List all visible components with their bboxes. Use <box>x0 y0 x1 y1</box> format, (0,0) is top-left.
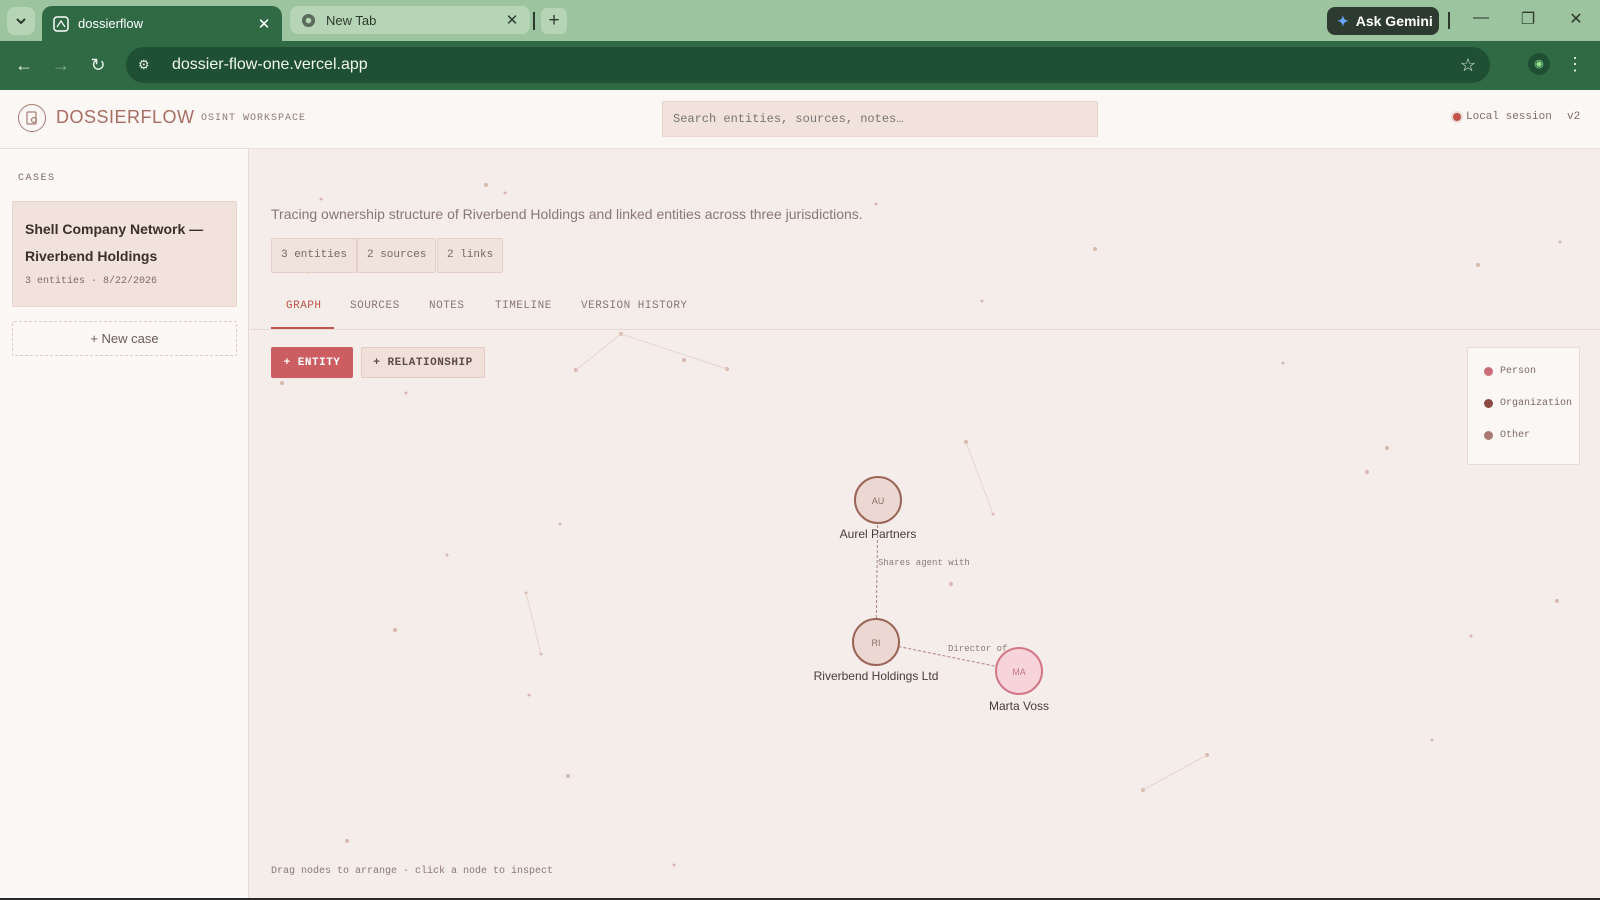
links-count-chip: 2 links <box>437 238 504 273</box>
case-title: Shell Company Network — Riverbend Holdin… <box>25 221 204 264</box>
session-label: Local session <box>1466 111 1552 123</box>
close-tab-icon[interactable]: ✕ <box>504 11 520 29</box>
dossierflow-favicon-icon <box>52 15 69 32</box>
case-heading-blurred <box>271 171 701 193</box>
new-case-button[interactable]: + New case <box>12 321 237 356</box>
ask-gemini-label: Ask Gemini <box>1355 13 1433 29</box>
add-entity-button[interactable]: + ENTITY <box>271 347 353 378</box>
case-item[interactable]: Shell Company Network — Riverbend Holdin… <box>12 201 237 307</box>
session-status: Local session <box>1453 111 1552 123</box>
search-input[interactable] <box>662 101 1098 137</box>
legend-label: Person <box>1500 366 1537 377</box>
graph-node-aurel-partners[interactable]: AU <box>854 476 902 524</box>
gemini-sparkle-icon: ✦ <box>1337 12 1349 29</box>
browser-tab-new-tab[interactable]: New Tab ✕ <box>290 6 530 34</box>
chrome-icon <box>300 12 317 29</box>
minimize-icon[interactable]: — <box>1466 9 1496 27</box>
cases-sidebar: CASES Shell Company Network — Riverbend … <box>0 149 249 900</box>
legend-label: Other <box>1500 430 1531 441</box>
site-settings-icon[interactable]: ⚙ <box>138 57 160 73</box>
graph-node-riverbend-holdings[interactable]: RI <box>852 618 900 666</box>
legend-item-other: Other <box>1484 430 1530 441</box>
edge-label: Shares agent with <box>878 558 970 568</box>
address-bar[interactable]: ⚙ dossier-flow-one.vercel.app ☆ <box>126 47 1490 83</box>
brand-subtitle: OSINT WORKSPACE <box>201 113 307 124</box>
restore-icon[interactable]: ❐ <box>1513 9 1543 29</box>
legend-label: Organization <box>1500 398 1573 409</box>
active-tab-indicator <box>271 327 334 329</box>
cases-heading: CASES <box>18 173 56 184</box>
browser-menu-icon[interactable]: ⋮ <box>1566 53 1584 75</box>
close-tab-icon[interactable]: ✕ <box>256 15 272 33</box>
session-status-dot <box>1453 113 1461 121</box>
legend-swatch <box>1484 431 1493 440</box>
tab-notes[interactable]: NOTES <box>429 300 465 312</box>
node-label: Riverbend Holdings Ltd <box>813 669 939 683</box>
tab-search-menu-button[interactable] <box>7 7 35 35</box>
background-links <box>525 333 1208 791</box>
graph-node-marta-voss[interactable]: MA <box>995 647 1043 695</box>
case-meta: 3 entities · 8/22/2026 <box>25 276 158 287</box>
case-description: Tracing ownership structure of Riverbend… <box>271 206 863 222</box>
ask-gemini-button[interactable]: ✦ Ask Gemini <box>1327 7 1439 35</box>
new-tab-button[interactable]: + <box>541 8 567 34</box>
case-workspace: AU RI MA Aurel Partners Riverbend Holdin… <box>250 149 1600 900</box>
tab-graph[interactable]: GRAPH <box>286 300 322 312</box>
app-header: DOSSIERFLOW OSINT WORKSPACE Local sessio… <box>0 90 1600 149</box>
reload-icon[interactable]: ↻ <box>86 53 110 77</box>
tab-title: New Tab <box>326 12 377 28</box>
dossierflow-logo-icon <box>18 104 46 132</box>
graph-hint: Drag nodes to arrange · click a node to … <box>271 866 554 877</box>
close-window-icon[interactable]: ✕ <box>1561 9 1591 29</box>
tab-separator <box>533 12 535 30</box>
entities-count-chip: 3 entities <box>271 238 358 273</box>
legend-swatch <box>1484 367 1493 376</box>
browser-toolbar: ← → ↻ ⚙ dossier-flow-one.vercel.app ☆ <box>0 41 1600 90</box>
extension-icon[interactable]: ◉ <box>1528 53 1550 75</box>
version-label: v2 <box>1567 111 1581 123</box>
url-text: dossier-flow-one.vercel.app <box>172 56 368 73</box>
entity-type-legend: Person Organization Other <box>1467 347 1580 465</box>
toolbar-separator <box>1448 12 1450 29</box>
sources-count-chip: 2 sources <box>357 238 437 273</box>
tab-sources[interactable]: SOURCES <box>350 300 400 312</box>
legend-item-person: Person <box>1484 366 1536 377</box>
node-label: Aurel Partners <box>839 527 917 541</box>
node-label: Marta Voss <box>988 699 1050 713</box>
chevron-down-icon <box>16 18 26 25</box>
legend-item-organization: Organization <box>1484 398 1572 409</box>
browser-tabbar: dossierflow ✕ New Tab ✕ + ✦ Ask Gemini —… <box>0 0 1600 41</box>
legend-swatch <box>1484 399 1493 408</box>
browser-tab-dossierflow[interactable]: dossierflow ✕ <box>42 6 282 41</box>
node-initials: AU <box>872 496 885 506</box>
node-initials: MA <box>1012 667 1026 677</box>
node-initials: RI <box>872 638 881 648</box>
brand-name: DOSSIERFLOW <box>56 107 195 127</box>
back-arrow-icon[interactable]: ← <box>12 53 36 77</box>
case-tabs: GRAPH SOURCES NOTES TIMELINE VERSION HIS… <box>250 283 1600 330</box>
tab-version-history[interactable]: VERSION HISTORY <box>581 300 688 312</box>
add-relationship-button[interactable]: + RELATIONSHIP <box>361 347 485 378</box>
tab-title: dossierflow <box>78 16 144 31</box>
bookmark-star-icon[interactable]: ☆ <box>1460 55 1476 76</box>
edge-label: Director of <box>948 644 1008 654</box>
tab-timeline[interactable]: TIMELINE <box>495 300 552 312</box>
forward-arrow-icon[interactable]: → <box>49 53 73 77</box>
